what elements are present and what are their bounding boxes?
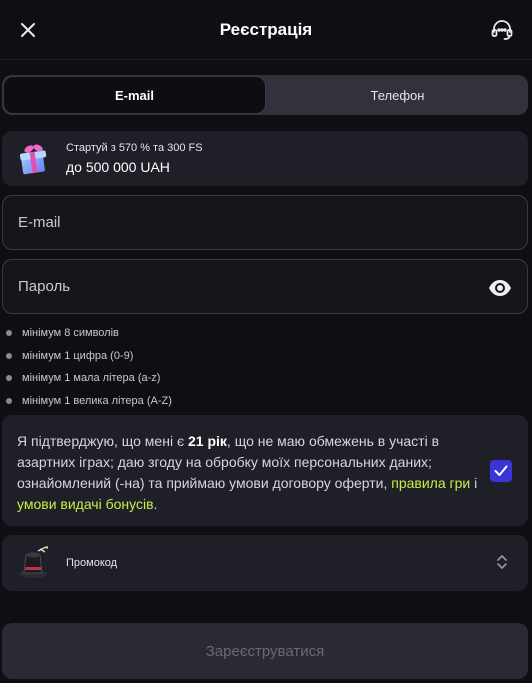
headset-icon (491, 20, 513, 40)
game-rules-link[interactable]: правила гри (391, 475, 470, 491)
email-input[interactable] (18, 214, 458, 231)
password-rule-text: мінімум 1 цифра (0-9) (22, 349, 134, 362)
checkmark-icon (494, 465, 508, 476)
email-field-wrapper (2, 195, 528, 250)
gift-icon (19, 144, 47, 174)
close-icon (21, 23, 35, 37)
consent-text: Я підтверджую, що мені є 21 рік, що не м… (17, 431, 488, 515)
promo-code-toggle[interactable]: Промокод (2, 535, 528, 591)
chevron-up-down-icon (497, 555, 507, 569)
header: Реєстрація (0, 0, 532, 60)
toggle-password-visibility-button[interactable] (487, 275, 513, 301)
password-rule-text: мінімум 8 символів (22, 327, 119, 340)
consent-text-part: . (153, 496, 158, 512)
close-button[interactable] (16, 18, 40, 42)
password-rule: мінімум 1 цифра (0-9) (6, 345, 172, 368)
page-title: Реєстрація (219, 19, 313, 39)
consent-text-part: і (470, 475, 478, 491)
register-button[interactable]: Зареєструватися (2, 623, 528, 679)
password-input[interactable] (18, 278, 458, 295)
password-rule-text: мінімум 1 мала літера (a-z) (22, 372, 161, 385)
tab-email[interactable]: E-mail (3, 76, 266, 114)
magic-hat-icon (19, 546, 49, 578)
password-rule: мінімум 1 мала літера (a-z) (6, 367, 172, 390)
bullet-dot (6, 397, 12, 404)
bonus-line-2: до 500 000 UAH (66, 159, 170, 175)
consent-panel: Я підтверджую, що мені є 21 рік, що не м… (2, 415, 528, 526)
auth-method-tabs: E-mail Телефон (2, 75, 528, 115)
password-field-wrapper (2, 259, 528, 314)
password-rule: мінімум 1 велика літера (A-Z) (6, 390, 172, 413)
bonus-terms-link[interactable]: умови видачі бонусів (17, 496, 154, 512)
consent-text-part: Я підтверджую, що мені є (17, 433, 188, 449)
bullet-dot (6, 330, 12, 337)
bonus-banner: Стартуй з 570 % та 300 FS до 500 000 UAH (2, 131, 528, 186)
password-rule-text: мінімум 1 велика літера (A-Z) (22, 394, 172, 407)
promo-code-label: Промокод (66, 557, 118, 569)
password-rule: мінімум 8 символів (6, 322, 172, 345)
password-rules: мінімум 8 символів мінімум 1 цифра (0-9)… (6, 322, 172, 412)
bullet-dot (6, 375, 12, 382)
consent-checkbox[interactable] (490, 460, 512, 482)
bonus-line-1: Стартуй з 570 % та 300 FS (66, 142, 203, 154)
age-requirement: 21 рік (188, 433, 227, 449)
eye-icon (489, 280, 511, 296)
tab-phone[interactable]: Телефон (267, 75, 528, 115)
support-button[interactable] (488, 16, 516, 44)
bullet-dot (6, 352, 12, 359)
